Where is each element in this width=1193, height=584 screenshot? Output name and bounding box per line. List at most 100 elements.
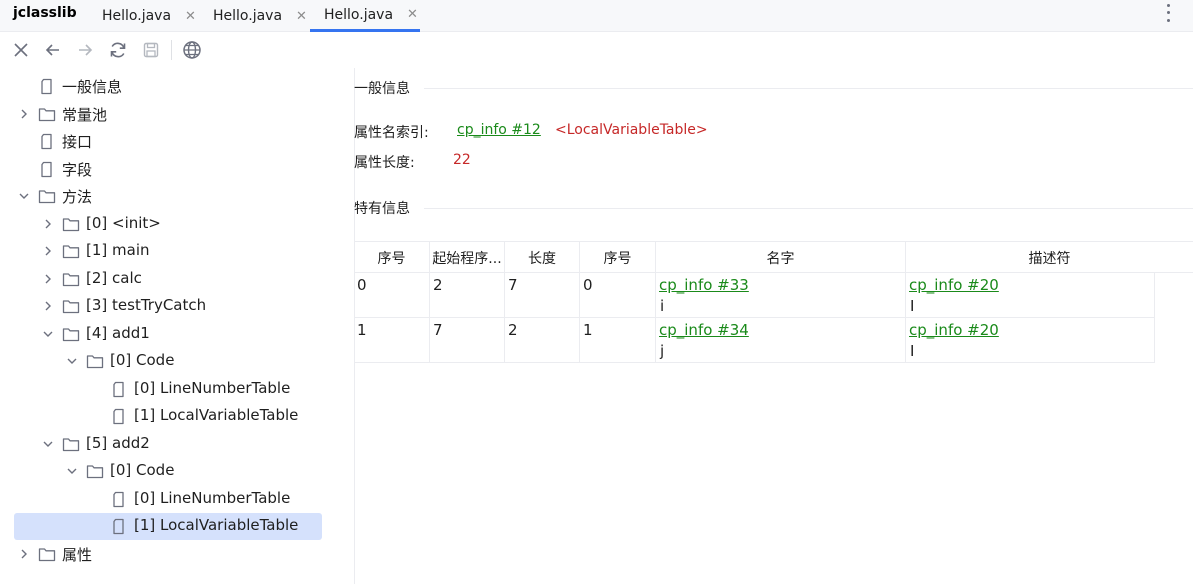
chevron-right-icon[interactable] <box>41 217 55 231</box>
cell-descriptor: cp_info #20 I <box>906 318 1155 362</box>
cell-start-pc: 2 <box>430 273 505 317</box>
tree-item[interactable]: [1] main <box>0 238 354 265</box>
name-index-label: 属性名索引: <box>354 125 429 141</box>
cell-start-pc: 7 <box>430 318 505 362</box>
tree-item[interactable]: 属性 <box>0 541 354 568</box>
chevron-down-icon[interactable] <box>65 354 79 368</box>
chevron-down-icon[interactable] <box>41 327 55 341</box>
tree-item-label: [3] testTryCatch <box>86 296 207 314</box>
descriptor-link[interactable]: cp_info #20 <box>909 321 999 339</box>
web-icon[interactable] <box>181 39 203 61</box>
cell-name: cp_info #33 i <box>656 273 906 317</box>
chevron-right-icon[interactable] <box>17 107 31 121</box>
folder-icon <box>86 463 104 480</box>
tree-item-label: [2] calc <box>86 269 142 287</box>
descriptor-value: I <box>910 342 915 360</box>
column-header-descriptor[interactable]: 描述符 <box>906 242 1193 273</box>
file-icon <box>38 78 56 95</box>
tree-item-label: [0] Code <box>110 351 175 369</box>
tree-item-label: [0] <init> <box>86 214 161 232</box>
save-icon[interactable] <box>140 39 162 61</box>
chevron-right-icon[interactable] <box>17 547 31 561</box>
editor-tab-bar: jclasslib Hello.java ✕ Hello.java ✕ Hell… <box>0 0 1193 32</box>
close-icon[interactable]: ✕ <box>185 9 196 24</box>
refresh-icon[interactable] <box>107 39 129 61</box>
toolbar <box>0 33 1193 67</box>
tree-item[interactable]: 字段 <box>0 156 354 183</box>
tree-item[interactable]: 常量池 <box>0 101 354 128</box>
cell-descriptor: cp_info #20 I <box>906 273 1155 317</box>
chevron-right-icon[interactable] <box>41 244 55 258</box>
file-icon <box>38 161 56 178</box>
close-icon[interactable] <box>10 39 32 61</box>
close-icon[interactable]: ✕ <box>407 7 418 22</box>
cell-length: 2 <box>505 318 580 362</box>
tree-item-label: [0] LineNumberTable <box>134 379 291 397</box>
tab-hello-java-1[interactable]: Hello.java ✕ <box>102 0 196 32</box>
tree-item[interactable]: [0] Code <box>0 348 354 375</box>
chevron-down-icon[interactable] <box>41 437 55 451</box>
chevron-down-icon[interactable] <box>65 464 79 478</box>
tab-hello-java-2[interactable]: Hello.java ✕ <box>213 0 307 32</box>
specific-section-title: 特有信息 <box>354 201 410 217</box>
descriptor-value: I <box>910 297 915 315</box>
chevron-right-icon[interactable] <box>41 299 55 313</box>
file-icon <box>110 381 128 398</box>
column-header-name[interactable]: 名字 <box>656 242 906 273</box>
tree-item[interactable]: [3] testTryCatch <box>0 293 354 320</box>
folder-icon <box>38 546 56 563</box>
back-arrow-icon[interactable] <box>42 39 64 61</box>
more-options-icon[interactable] <box>1160 2 1176 24</box>
tree-item[interactable]: [1] LocalVariableTable <box>0 513 354 540</box>
tree-item-label: 一般信息 <box>62 78 123 96</box>
chevron-down-icon[interactable] <box>17 189 31 203</box>
folder-icon <box>62 216 80 233</box>
name-link[interactable]: cp_info #33 <box>659 276 749 294</box>
column-header-length[interactable]: 长度 <box>505 242 580 273</box>
tree-item[interactable]: [0] LineNumberTable <box>0 486 354 513</box>
forward-arrow-icon[interactable] <box>74 39 96 61</box>
tree-item[interactable]: [2] calc <box>0 266 354 293</box>
length-value: 22 <box>453 152 471 168</box>
column-header-slot[interactable]: 序号 <box>580 242 656 273</box>
tree-item-label: 属性 <box>62 546 93 564</box>
folder-icon <box>38 188 56 205</box>
cell-index: 0 <box>354 273 430 317</box>
tree-item-label: [5] add2 <box>86 434 150 452</box>
tree-item[interactable]: 方法 <box>0 183 354 210</box>
tree-item[interactable]: 接口 <box>0 128 354 155</box>
name-value: i <box>660 297 665 315</box>
folder-icon <box>86 353 104 370</box>
tree-item[interactable]: [0] <init> <box>0 211 354 238</box>
name-link[interactable]: cp_info #34 <box>659 321 749 339</box>
toolbar-separator <box>171 40 172 60</box>
tree-item-label: 接口 <box>62 133 93 151</box>
column-header-start-pc[interactable]: 起始程序... <box>430 242 505 273</box>
section-divider <box>424 208 1193 209</box>
tab-hello-java-3[interactable]: Hello.java ✕ <box>310 0 420 32</box>
app-title: jclasslib <box>13 5 77 21</box>
section-divider <box>424 88 1193 89</box>
folder-icon <box>62 436 80 453</box>
tree-item-label: 方法 <box>62 188 93 206</box>
tree-item[interactable]: [0] LineNumberTable <box>0 376 354 403</box>
tree-item-label: 常量池 <box>62 106 108 124</box>
descriptor-link[interactable]: cp_info #20 <box>909 276 999 294</box>
file-icon <box>110 518 128 535</box>
tree-item[interactable]: [0] Code <box>0 458 354 485</box>
tree-item-label: [1] main <box>86 241 150 259</box>
tree-item[interactable]: [5] add2 <box>0 431 354 458</box>
cell-length: 7 <box>505 273 580 317</box>
length-label: 属性长度: <box>354 155 415 171</box>
tree-item[interactable]: [4] add1 <box>0 321 354 348</box>
column-header-index[interactable]: 序号 <box>354 242 430 273</box>
chevron-right-icon[interactable] <box>41 272 55 286</box>
tree-item[interactable]: 一般信息 <box>0 73 354 100</box>
name-index-link[interactable]: cp_info #12 <box>457 122 541 138</box>
tree-item-label: 字段 <box>62 161 93 179</box>
table-row[interactable]: 1 7 2 1 cp_info #34 j cp_info #20 I <box>354 318 1155 363</box>
folder-icon <box>62 326 80 343</box>
table-row[interactable]: 0 2 7 0 cp_info #33 i cp_info #20 I <box>354 273 1155 318</box>
close-icon[interactable]: ✕ <box>296 9 307 24</box>
tree-item[interactable]: [1] LocalVariableTable <box>0 403 354 430</box>
